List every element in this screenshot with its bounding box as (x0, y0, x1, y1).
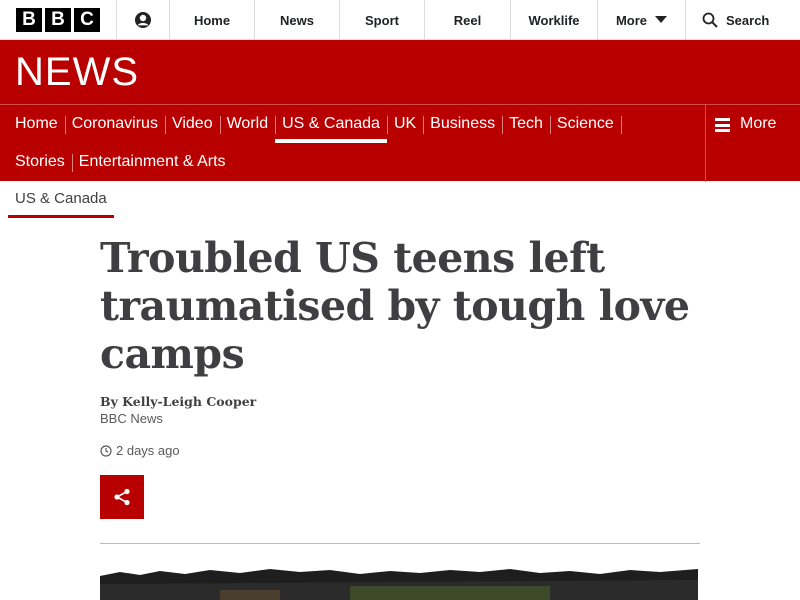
nav-business-label: Business (430, 115, 496, 132)
nav-us-canada-label: US & Canada (282, 115, 380, 132)
nav-stories[interactable]: Stories (8, 143, 73, 181)
topnav-worklife[interactable]: Worklife (511, 0, 598, 40)
bbc-logo[interactable]: B B C (0, 0, 117, 40)
nav-us-canada[interactable]: US & Canada (275, 105, 388, 143)
section-more-label: More (740, 115, 777, 132)
nav-video[interactable]: Video (165, 105, 221, 143)
search-button[interactable]: Search (686, 0, 800, 40)
bbc-logo-letter-2: B (45, 8, 71, 32)
account-button[interactable] (117, 0, 170, 40)
news-logo[interactable]: NEWS (15, 52, 139, 92)
search-icon (702, 12, 718, 28)
hamburger-icon (715, 118, 730, 132)
top-nav: Home News Sport Reel Worklife More (170, 0, 686, 40)
section-nav: Home Coronavirus Video World US & Canada… (0, 104, 800, 182)
nav-science[interactable]: Science (550, 105, 622, 143)
hero-image (100, 566, 698, 600)
nav-video-label: Video (171, 115, 213, 132)
nav-tech[interactable]: Tech (502, 105, 551, 143)
timestamp-text: 2 days ago (116, 443, 180, 458)
nav-home[interactable]: Home (8, 105, 66, 143)
section-more-button[interactable]: More (705, 105, 800, 182)
chevron-down-icon (655, 16, 668, 23)
article-headline: Troubled US teens left traumatised by to… (100, 234, 700, 378)
nav-business[interactable]: Business (423, 105, 504, 143)
bbc-logo-letter-3: C (74, 8, 100, 32)
article-timestamp: 2 days ago (100, 443, 180, 458)
nav-coronavirus-label: Coronavirus (71, 115, 158, 132)
nav-tech-label: Tech (509, 115, 543, 132)
nav-home-label: Home (15, 115, 58, 132)
nav-world[interactable]: World (220, 105, 277, 143)
headline-line-2: traumatised by tough love (100, 282, 690, 330)
nav-entertainment-arts-label: Entertainment & Arts (78, 153, 226, 170)
news-masthead: NEWS (0, 40, 800, 104)
nav-uk[interactable]: UK (387, 105, 425, 143)
topnav-more[interactable]: More (598, 0, 686, 40)
bbc-logo-letter-1: B (16, 8, 42, 32)
topnav-reel[interactable]: Reel (425, 0, 511, 40)
article-byline: By Kelly-Leigh Cooper (100, 394, 257, 409)
share-button[interactable] (100, 475, 144, 519)
topnav-more-label: More (615, 12, 648, 28)
divider (100, 543, 700, 544)
nav-coronavirus[interactable]: Coronavirus (65, 105, 166, 143)
topnav-sport[interactable]: Sport (340, 0, 425, 40)
topnav-news[interactable]: News (255, 0, 340, 40)
clock-icon (100, 444, 112, 457)
section-nav-row-1: Home Coronavirus Video World US & Canada… (8, 105, 622, 143)
share-icon (114, 488, 130, 506)
article-source: BBC News (100, 411, 163, 426)
search-label: Search (726, 12, 770, 28)
account-icon (135, 12, 151, 28)
bbc-top-bar: B B C Home News Sport Reel Worklife More… (0, 0, 800, 40)
nav-world-label: World (226, 115, 269, 132)
headline-line-1: Troubled US teens left (100, 234, 605, 282)
nav-stories-label: Stories (15, 153, 65, 170)
section-nav-row-2: Stories Entertainment & Arts (8, 143, 233, 181)
subsection-tab-us-canada[interactable]: US & Canada (8, 181, 114, 218)
headline-line-3: camps (100, 330, 245, 378)
nav-entertainment-arts[interactable]: Entertainment & Arts (72, 143, 233, 181)
nav-uk-label: UK (393, 115, 417, 132)
nav-science-label: Science (556, 115, 614, 132)
topnav-home[interactable]: Home (170, 0, 255, 40)
